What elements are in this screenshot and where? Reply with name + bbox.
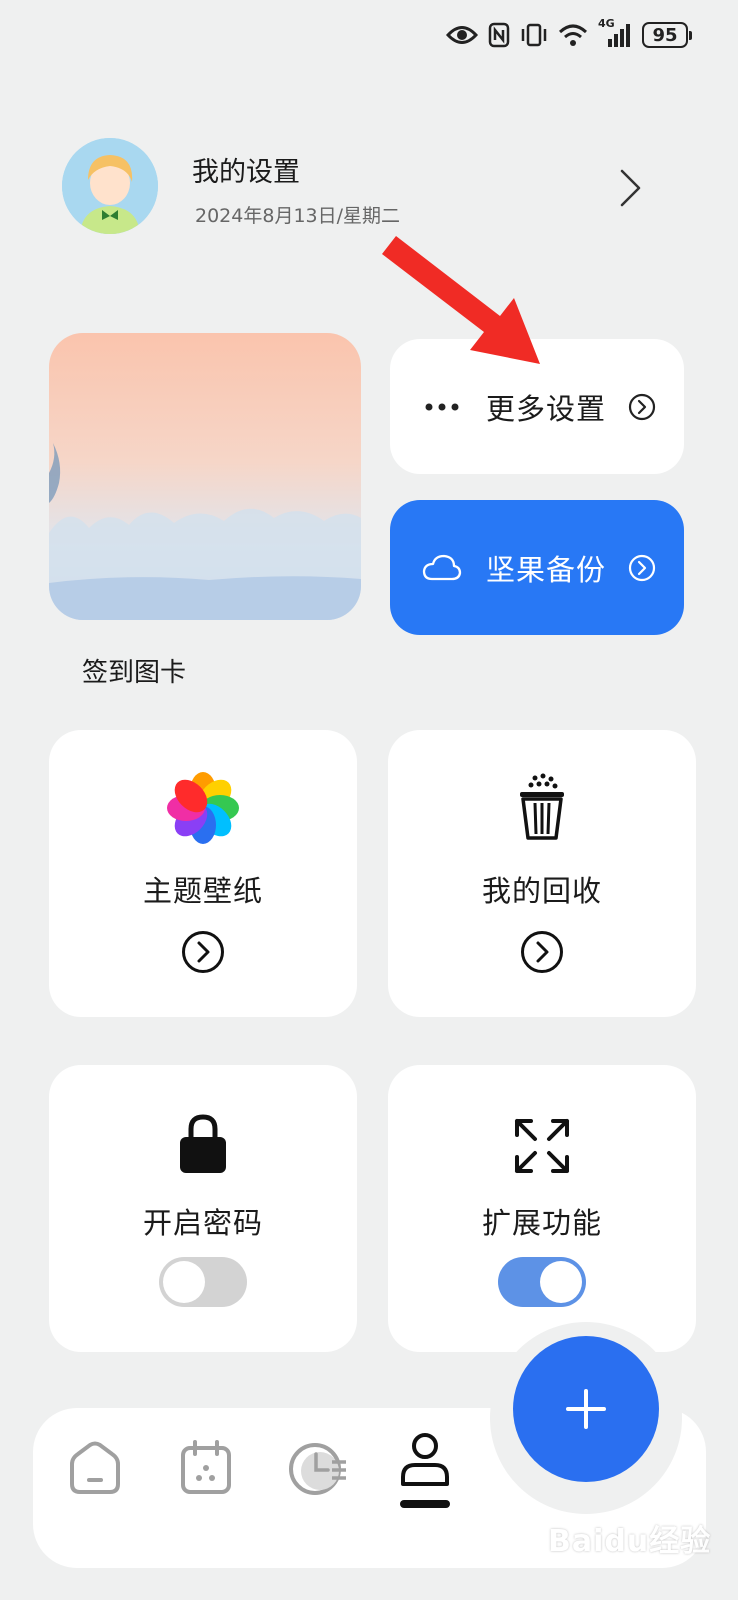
extend-toggle[interactable] <box>498 1257 586 1307</box>
chevron-circle-icon <box>628 554 656 581</box>
profile-icon[interactable] <box>399 1432 451 1488</box>
profile-date: 2024年8月13日/星期二 <box>195 205 401 227</box>
checkin-image-card[interactable] <box>49 333 361 620</box>
password-tile[interactable]: 开启密码 <box>49 1065 357 1352</box>
wifi-icon <box>558 24 588 46</box>
photos-flower-icon <box>167 772 239 844</box>
nfc-icon <box>488 22 510 48</box>
chevron-right-icon[interactable] <box>618 168 644 208</box>
password-toggle[interactable] <box>159 1257 247 1307</box>
cloud-icon <box>420 554 464 582</box>
eye-comfort-icon <box>446 26 478 44</box>
trash-bin-icon <box>520 773 564 840</box>
theme-wallpaper-tile[interactable]: 主题壁纸 <box>49 730 357 1017</box>
theme-wallpaper-label: 主题壁纸 <box>142 874 263 908</box>
recycle-tile[interactable]: 我的回收 <box>388 730 696 1017</box>
stats-clock-icon[interactable] <box>286 1440 350 1498</box>
password-label: 开启密码 <box>142 1206 263 1240</box>
more-dots-icon <box>420 402 464 412</box>
checkin-card-label: 签到图卡 <box>82 658 187 688</box>
battery-level: 95 <box>652 24 678 46</box>
recycle-label: 我的回收 <box>481 874 602 908</box>
calendar-icon[interactable] <box>179 1440 233 1496</box>
watermark: Baidu经验 <box>548 1524 712 1559</box>
extend-tile[interactable]: 扩展功能 <box>388 1065 696 1352</box>
status-bar: 4G 95 <box>446 17 692 52</box>
chevron-circle-icon[interactable] <box>181 930 225 974</box>
chevron-circle-icon[interactable] <box>520 930 564 974</box>
lock-icon <box>180 1114 226 1173</box>
expand-arrows-icon <box>515 1119 569 1173</box>
cellular-signal-icon: 4G <box>598 17 632 49</box>
vibrate-icon <box>521 23 547 47</box>
chevron-circle-icon <box>628 393 656 420</box>
avatar[interactable] <box>62 138 158 234</box>
plus-icon <box>566 1389 606 1429</box>
extend-label: 扩展功能 <box>481 1206 602 1240</box>
backup-button[interactable]: 坚果备份 <box>390 500 684 635</box>
more-settings-label: 更多设置 <box>486 391 607 426</box>
home-icon[interactable] <box>66 1440 124 1496</box>
profile-title[interactable]: 我的设置 <box>192 150 300 189</box>
annotation-arrow <box>382 236 540 364</box>
add-button[interactable] <box>513 1336 659 1482</box>
active-tab-indicator <box>400 1500 450 1508</box>
battery-icon: 95 <box>642 22 692 48</box>
backup-label: 坚果备份 <box>486 552 607 587</box>
